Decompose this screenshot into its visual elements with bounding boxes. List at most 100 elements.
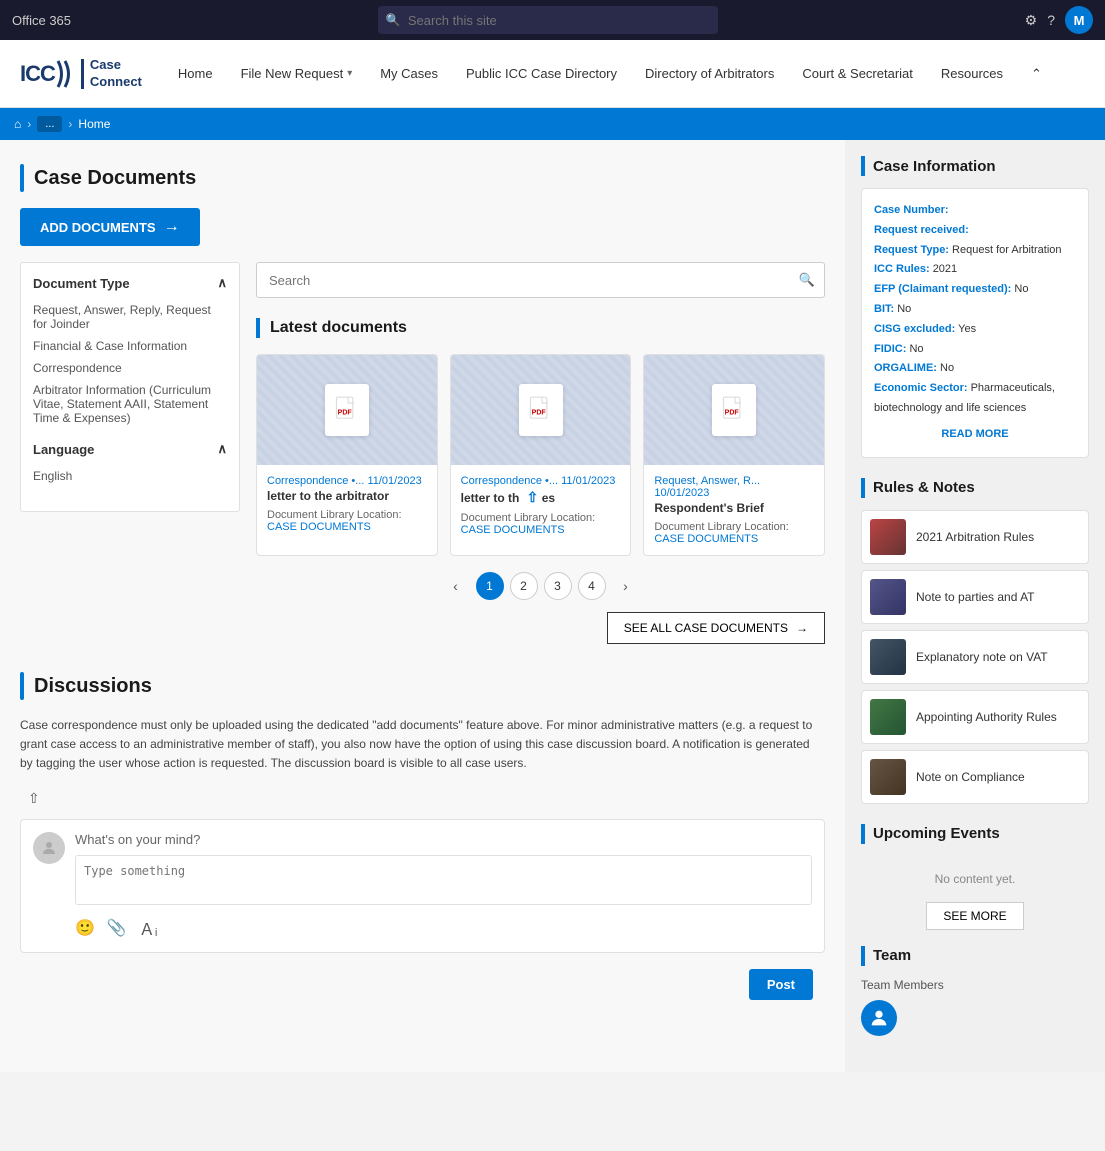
rules-list: 2021 Arbitration Rules Note to parties a… — [861, 510, 1089, 804]
text-format-icon[interactable]: Ａᵢ — [139, 916, 158, 940]
list-item[interactable]: 2021 Arbitration Rules — [861, 510, 1089, 564]
see-all-arrow-icon: → — [796, 621, 808, 635]
discussion-textarea[interactable] — [75, 855, 812, 905]
rules-notes-header: Rules & Notes — [861, 478, 1089, 498]
search-icon: 🔍 — [386, 13, 401, 27]
help-icon[interactable]: ? — [1047, 12, 1055, 28]
rule-label: 2021 Arbitration Rules — [916, 530, 1034, 544]
page-button-3[interactable]: 3 — [544, 572, 572, 600]
nav-home[interactable]: Home — [166, 58, 225, 89]
see-all-button[interactable]: SEE ALL CASE DOCUMENTS → — [607, 612, 825, 644]
doc-card-title: letter to th ⇧ es — [461, 489, 621, 506]
filter-language-chevron-icon: ∧ — [217, 441, 227, 457]
doc-card-title: letter to the arbitrator — [267, 489, 427, 503]
team-avatar[interactable] — [861, 1000, 897, 1036]
next-page-button[interactable]: › — [612, 572, 640, 600]
settings-icon[interactable]: ⚙ — [1025, 12, 1038, 29]
add-documents-button[interactable]: ADD DOCUMENTS → — [20, 208, 200, 246]
filter-item[interactable]: Request, Answer, Reply, Request for Join… — [33, 299, 227, 335]
what-on-mind-label: What's on your mind? — [75, 832, 812, 847]
breadcrumb-home-icon[interactable]: ⌂ — [14, 117, 21, 131]
request-type-label: Request Type: — [874, 244, 949, 256]
post-button[interactable]: Post — [749, 969, 813, 1000]
doc-card[interactable]: PDF Request, Answer, R... 10/01/2023 Res… — [643, 354, 825, 556]
emoji-icon[interactable]: 🙂 — [75, 918, 95, 938]
attachment-icon[interactable]: 📎 — [107, 918, 127, 938]
filter-item[interactable]: Financial & Case Information — [33, 335, 227, 357]
list-item[interactable]: Appointing Authority Rules — [861, 690, 1089, 744]
latest-docs-header: Latest documents — [256, 318, 825, 338]
team-title: Team — [873, 947, 911, 964]
case-info-row: ORGALIME: No — [874, 359, 1076, 379]
svg-text:PDF: PDF — [725, 410, 740, 417]
filter-item[interactable]: Correspondence — [33, 357, 227, 379]
filter-item[interactable]: Arbitrator Information (Curriculum Vitae… — [33, 379, 227, 429]
case-documents-header: Case Documents — [20, 164, 825, 192]
doc-card-location-link[interactable]: CASE DOCUMENTS — [267, 521, 371, 533]
upcoming-events-bar — [861, 824, 865, 844]
add-docs-label: ADD DOCUMENTS — [40, 220, 156, 235]
case-info-bar — [861, 156, 865, 176]
filter-language-header[interactable]: Language ∧ — [33, 441, 227, 457]
rule-thumb — [870, 699, 906, 735]
person-icon — [868, 1007, 890, 1029]
logo-divider — [81, 59, 84, 89]
nav-arbitrators[interactable]: Directory of Arbitrators — [633, 58, 786, 89]
rule-thumb — [870, 519, 906, 555]
efp-value: No — [1014, 283, 1028, 295]
search-input[interactable] — [378, 6, 718, 34]
case-info-title: Case Information — [873, 158, 996, 175]
content-area: Document Type ∧ Request, Answer, Reply, … — [20, 262, 825, 644]
pdf-file-icon: PDF — [333, 396, 361, 424]
breadcrumb-pill[interactable]: ... — [37, 116, 62, 132]
filter-doc-type-header[interactable]: Document Type ∧ — [33, 275, 227, 291]
logo-icc: ICC — [20, 61, 55, 87]
page-button-4[interactable]: 4 — [578, 572, 606, 600]
see-all-label: SEE ALL CASE DOCUMENTS — [624, 621, 788, 635]
logo-wave-icon — [55, 57, 75, 91]
pdf-icon: PDF — [325, 384, 369, 436]
doc-search-input[interactable] — [256, 262, 825, 298]
list-item[interactable]: Note to parties and AT — [861, 570, 1089, 624]
list-item[interactable]: Explanatory note on VAT — [861, 630, 1089, 684]
expand-icon[interactable]: ⇧ — [527, 489, 539, 505]
nav-my-cases[interactable]: My Cases — [368, 58, 450, 89]
rule-thumb — [870, 759, 906, 795]
efp-label: EFP (Claimant requested): — [874, 283, 1011, 295]
nav-file-new[interactable]: File New Request ▾ — [229, 58, 365, 89]
nav-resources[interactable]: Resources — [929, 58, 1015, 89]
doc-card-location-link[interactable]: CASE DOCUMENTS — [654, 533, 758, 545]
latest-docs-title: Latest documents — [270, 319, 407, 337]
discussions-collapse-button[interactable]: ⇧ — [28, 790, 40, 807]
page-button-1[interactable]: 1 — [476, 572, 504, 600]
case-info-row: CISG excluded: Yes — [874, 320, 1076, 340]
office365-title: Office 365 — [12, 13, 71, 28]
request-type-value: Request for Arbitration — [952, 244, 1061, 256]
post-row: Post — [20, 961, 825, 1008]
request-received-label: Request received: — [874, 224, 969, 236]
doc-card-title: Respondent's Brief — [654, 501, 814, 515]
pdf-file-icon: PDF — [720, 396, 748, 424]
doc-search-wrap: 🔍 — [256, 262, 825, 298]
svg-text:PDF: PDF — [531, 410, 546, 417]
avatar[interactable]: M — [1065, 6, 1093, 34]
read-more-link[interactable]: READ MORE — [874, 425, 1076, 445]
doc-card[interactable]: PDF Correspondence •... 11/01/2023 lette… — [256, 354, 438, 556]
team-members-label: Team Members — [861, 978, 1089, 992]
nav-public-directory[interactable]: Public ICC Case Directory — [454, 58, 629, 89]
economic-sector-label: Economic Sector: — [874, 382, 968, 394]
upcoming-events-header: Upcoming Events — [861, 824, 1089, 844]
filter-language-item[interactable]: English — [33, 465, 227, 487]
discussion-input-box: What's on your mind? 🙂 📎 Ａᵢ — [75, 832, 812, 940]
page-button-2[interactable]: 2 — [510, 572, 538, 600]
nav-court-secretariat[interactable]: Court & Secretariat — [790, 58, 925, 89]
doc-card[interactable]: PDF Correspondence •... 11/01/2023 lette… — [450, 354, 632, 556]
discussion-input-row: What's on your mind? 🙂 📎 Ａᵢ — [33, 832, 812, 940]
list-item[interactable]: Note on Compliance — [861, 750, 1089, 804]
pdf-icon: PDF — [519, 384, 563, 436]
see-more-button[interactable]: SEE MORE — [926, 902, 1023, 930]
doc-card-type: Correspondence •... 11/01/2023 — [267, 475, 427, 487]
prev-page-button[interactable]: ‹ — [442, 572, 470, 600]
doc-card-location-link[interactable]: CASE DOCUMENTS — [461, 524, 565, 536]
nav-more[interactable]: ⌃ — [1019, 58, 1054, 90]
